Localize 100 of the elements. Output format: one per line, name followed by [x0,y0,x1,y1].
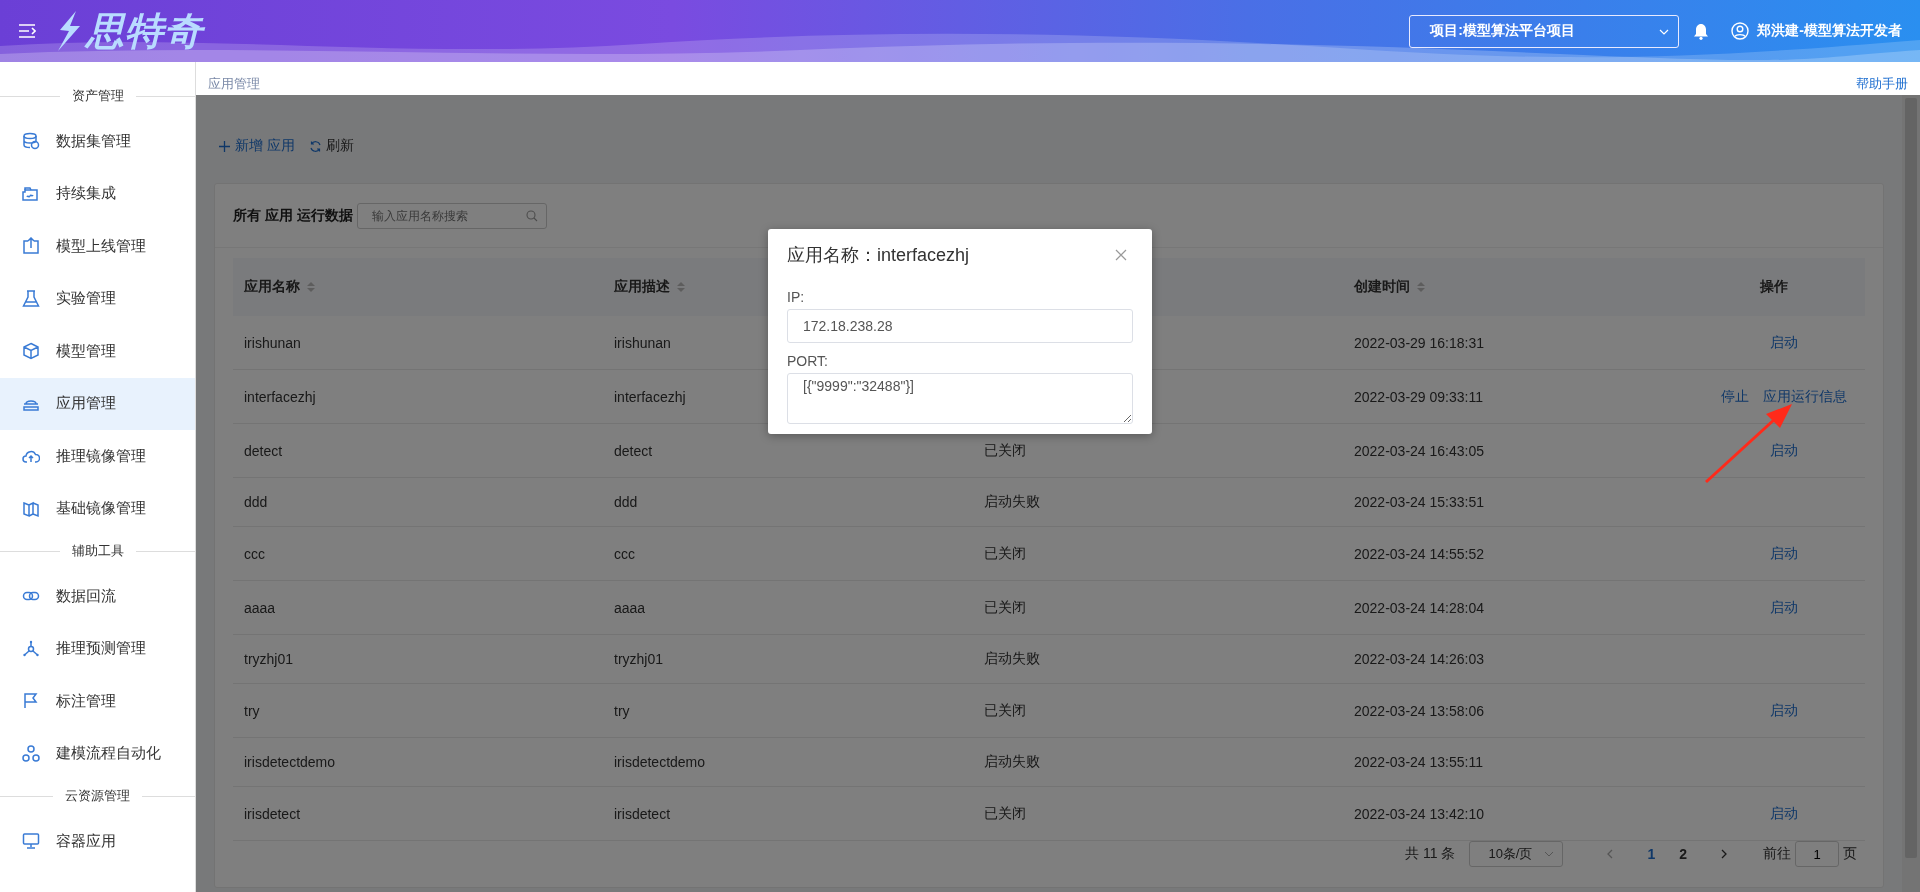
field-label: IP: [787,289,806,305]
action-link[interactable]: 启动 [1770,800,1798,827]
table-cell-text: 启动失败 [983,493,1041,511]
scrollbar[interactable] [1902,95,1920,892]
table-cell-text: 2022-03-24 13:42:10 [1353,805,1485,822]
plus-icon [218,139,231,153]
sidebar-item[interactable]: 模型上线管理 [0,220,195,273]
dialog-title: 应用名称：interfacezhj [787,244,970,267]
refresh-icon [308,139,322,153]
refresh-button[interactable]: 刷新 [308,137,354,155]
table-cell-text: 2022-03-29 16:18:31 [1353,334,1485,351]
table-cell-text: ccc [243,545,266,562]
table-cell-text: try [613,702,631,719]
table-cell-text: irisdetect [613,805,672,822]
action-link[interactable]: 启动 [1770,329,1798,356]
table-cell-text: ccc [613,545,636,562]
page-size-select[interactable]: 10条/页 [1469,841,1564,867]
column-header[interactable]: 应用描述 [614,278,670,296]
sidebar-item[interactable]: 推理镜像管理 [0,430,195,483]
column-header[interactable]: 创建时间 [1354,278,1410,296]
table-cell-text: 2022-03-29 09:33:11 [1353,388,1484,405]
sidebar-item[interactable]: 推理预测管理 [0,622,195,675]
book-icon [22,499,40,518]
table-cell-text: aaaa [243,599,277,616]
project-select[interactable]: 项目:模型算法平台项目 [1409,14,1680,48]
table-cell-text: 启动失败 [983,753,1041,771]
table-cell-text: 2022-03-24 14:55:52 [1353,545,1485,562]
add-button[interactable]: 新增 应用 [218,137,295,155]
sidebar-item[interactable]: 模型管理 [0,325,195,378]
goto-label: 前往 [1763,845,1791,863]
sort-icon[interactable] [306,280,316,294]
breadcrumb[interactable]: 应用管理 [208,75,260,93]
table-cell-text: 2022-03-24 13:58:06 [1353,702,1485,719]
database-icon [22,132,40,151]
table-cell-text: 2022-03-24 15:33:51 [1353,494,1485,510]
ip-field[interactable]: 172.18.238.28 [787,309,1133,343]
column-header[interactable]: 操作 [1760,278,1788,296]
page-suffix: 页 [1843,845,1857,863]
sidebar-item[interactable]: 应用管理 [0,377,195,430]
upload-icon [22,237,40,256]
table-cell-text: aaaa [613,599,647,616]
action-link[interactable]: 启动 [1770,594,1798,621]
help-link[interactable]: 帮助手册 [1856,75,1908,93]
table-cell-text: interfacezhj [243,388,317,405]
action-link[interactable]: 启动 [1770,540,1798,567]
column-header[interactable]: 应用名称 [244,278,300,296]
table-cell-text: irisdetectdemo [613,754,707,770]
table-cell-text: irishunan [613,334,672,351]
table-cell-text: 2022-03-24 14:26:03 [1353,651,1485,667]
table-cell-text: irisdetectdemo [243,754,337,770]
field-label: PORT: [787,353,829,369]
sidebar-item[interactable]: 容器应用 [0,815,195,868]
sidebar-item[interactable]: 数据集管理 [0,115,195,168]
bell-icon[interactable] [1693,22,1710,40]
filter-label: 所有 应用 运行数据 [233,206,353,225]
flag-icon [22,692,40,711]
flask-icon [22,289,40,308]
action-link[interactable]: 应用运行信息 [1763,383,1847,410]
sidebar-item[interactable]: 基础镜像管理 [0,482,195,535]
folder-icon [22,184,40,203]
page-button[interactable]: 2 [1679,846,1687,862]
action-link[interactable]: 启动 [1770,437,1798,464]
sidebar-item[interactable]: 实验管理 [0,272,195,325]
table-cell-text: detect [243,442,284,459]
table-cell-text: interfacezhj [613,388,687,405]
table-cell-text: tryzhj01 [243,651,295,667]
search-icon [525,209,538,222]
table-cell-text: irishunan [243,334,302,351]
table-cell-text: 2022-03-24 14:28:04 [1353,599,1485,616]
table-cell-text: try [243,702,261,719]
sort-icon[interactable] [676,280,686,294]
sidebar-item[interactable]: 标注管理 [0,675,195,728]
total-count: 共 11 条 [1405,845,1456,863]
cube-icon [22,342,40,361]
close-icon[interactable] [1115,249,1127,261]
node-icon [22,639,40,658]
sidebar-item[interactable]: 建模流程自动化 [0,727,195,780]
user-name[interactable]: 郑洪建-模型算法开发者 [1757,22,1902,40]
section-heading: 资产管理 [70,87,125,105]
sidebar-item[interactable]: 持续集成 [0,167,195,220]
page-button[interactable]: 1 [1647,846,1656,862]
action-link[interactable]: 启动 [1770,697,1798,724]
next-icon[interactable] [1719,849,1729,859]
user-icon[interactable] [1731,22,1750,40]
table-cell-text: 已关闭 [983,441,1027,460]
table-cell-text: 已关闭 [983,598,1027,617]
section-heading: 辅助工具 [70,542,125,560]
sort-icon[interactable] [1416,280,1426,294]
menu-icon[interactable] [18,23,36,39]
table-cell-text: detect [613,442,654,459]
page-input[interactable]: 1 [1795,841,1839,867]
sidebar-item[interactable]: 数据回流 [0,570,195,623]
section-heading: 云资源管理 [64,787,131,805]
table-cell-text: 已关闭 [983,544,1027,563]
search-field[interactable]: 输入应用名称搜索 [356,202,547,229]
table-cell-text: irisdetect [243,805,302,822]
port-field[interactable]: [{"9999":"32488"}] [787,373,1133,424]
action-link[interactable]: 停止 [1721,383,1749,410]
table-cell-text: 已关闭 [983,701,1027,720]
table-cell-text: ddd [613,494,639,510]
